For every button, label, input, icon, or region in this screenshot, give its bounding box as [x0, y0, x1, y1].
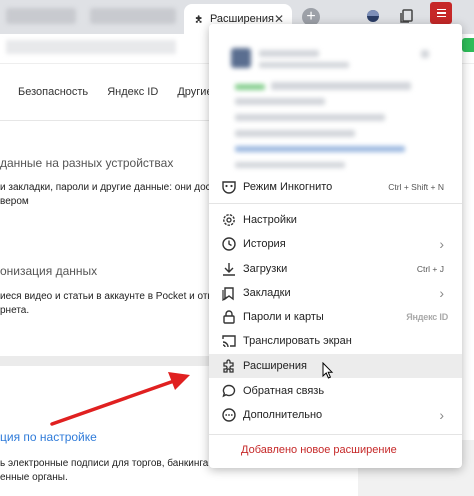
bookmarks-icon: [221, 285, 237, 301]
menu-item-label: Расширения: [243, 360, 307, 372]
menu-item-cast[interactable]: Транслировать экран: [209, 329, 462, 353]
mouse-cursor-icon: [322, 362, 334, 379]
menu-item-label: Обратная связь: [243, 385, 325, 397]
menu-button[interactable]: [430, 2, 452, 24]
clock-icon: [221, 236, 237, 252]
tab-blurred[interactable]: [90, 8, 176, 24]
yandex-id-badge: Яндекс ID: [406, 312, 448, 322]
section-divider: [0, 356, 210, 366]
menu-item-passwords[interactable]: Пароли и карты Яндекс ID: [209, 305, 462, 329]
menu-item-label: Транслировать экран: [243, 335, 352, 347]
gear-icon: [221, 212, 237, 228]
menu-item-history[interactable]: История ›: [209, 232, 462, 256]
menu-item-label: Режим Инкогнито: [243, 181, 333, 193]
section-text: и закладки, пароли и другие данные: они …: [0, 182, 210, 193]
menu-item-feedback[interactable]: Обратная связь: [209, 379, 462, 403]
menu-item-incognito[interactable]: Режим Инкогнито Ctrl + Shift + N: [209, 175, 462, 199]
profile-card-blurred[interactable]: [221, 34, 444, 186]
new-extension-notice[interactable]: Добавлено новое расширение: [241, 444, 397, 456]
menu-item-label: Настройки: [243, 214, 297, 226]
more-icon: [221, 407, 237, 423]
chevron-right-icon: ›: [439, 236, 444, 252]
incognito-mask-icon: [221, 179, 237, 195]
section-text: рнета.: [0, 305, 30, 316]
menu-item-bookmarks[interactable]: Закладки ›: [209, 281, 462, 305]
browser-menu: Режим Инкогнито Ctrl + Shift + N Настрой…: [209, 24, 462, 468]
setup-instructions-link[interactable]: ция по настройке: [0, 430, 97, 444]
address-text-blurred: [6, 40, 176, 54]
shortcut-label: Ctrl + J: [416, 264, 444, 274]
key-icon: [221, 309, 237, 325]
section-title: онизация данных: [0, 264, 98, 278]
download-icon: [221, 261, 237, 277]
section-text: енные органы.: [0, 472, 68, 483]
menu-item-downloads[interactable]: Загрузки Ctrl + J: [209, 257, 462, 281]
tab-blurred[interactable]: [6, 8, 76, 24]
menu-item-extensions[interactable]: Расширения: [209, 354, 462, 378]
menu-item-label: Закладки: [243, 287, 291, 299]
puzzle-icon: [195, 15, 202, 23]
menu-item-label: Загрузки: [243, 263, 288, 275]
menu-item-more[interactable]: Дополнительно ›: [209, 403, 462, 427]
cast-icon: [221, 333, 237, 349]
menu-item-label: Пароли и карты: [243, 311, 324, 323]
section-text: иеся видео и статьи в аккаунте в Pocket …: [0, 291, 210, 302]
section-title: данные на разных устройствах: [0, 156, 174, 170]
menu-divider: [209, 434, 462, 435]
section-text: ь электронные подписи для торгов, банкин…: [0, 458, 210, 469]
menu-divider: [209, 203, 462, 204]
menu-item-settings[interactable]: Настройки: [209, 208, 462, 232]
chevron-right-icon: ›: [439, 407, 444, 423]
puzzle-icon: [221, 358, 237, 374]
menu-item-label: Дополнительно: [243, 409, 323, 421]
menu-item-label: История: [243, 238, 286, 250]
feedback-icon: [221, 383, 237, 399]
shortcut-label: Ctrl + Shift + N: [388, 182, 444, 192]
chevron-right-icon: ›: [439, 285, 444, 301]
extension-badge[interactable]: [462, 38, 474, 52]
section-text: вером: [0, 196, 29, 207]
